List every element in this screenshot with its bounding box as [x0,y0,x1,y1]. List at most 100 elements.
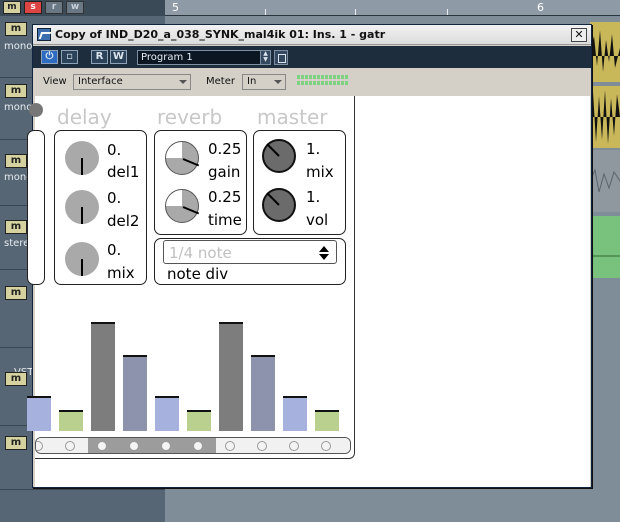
program-selector[interactable]: Program 1 [137,50,269,65]
audio-clip[interactable] [590,22,620,82]
waveform-icon [590,255,620,257]
step-toggle[interactable] [65,441,75,451]
read-automation-button[interactable]: R [91,50,108,64]
view-bar: View Interface Meter In [33,70,591,94]
step-bar[interactable] [123,355,147,431]
meter-led [329,75,332,79]
master-vol-label: vol [306,211,329,229]
step-toggle-strip[interactable] [35,437,351,454]
meter-led [297,81,300,85]
gain-value: 0.25 [208,140,242,158]
step-bar[interactable] [27,396,51,431]
note-div-menu[interactable]: 1/4 note [163,240,337,264]
meter-led [345,81,348,85]
mute-button[interactable]: m [5,372,27,386]
read-all-button[interactable]: r [45,1,63,14]
knob-needle [182,206,200,215]
step-bar[interactable] [59,410,83,431]
knob-needle [182,158,200,167]
step-bar[interactable] [315,410,339,431]
delay-mix-label: mix [107,264,135,282]
ruler-tick [355,9,356,15]
master-mix-knob[interactable] [262,139,296,173]
plugin-window: Copy of IND_D20_a_038_SYNK_mal4ik 01: In… [27,24,592,488]
master-vol-value: 1. [306,188,321,206]
title-bar[interactable]: Copy of IND_D20_a_038_SYNK_mal4ik 01: In… [33,25,591,45]
window-title: Copy of IND_D20_a_038_SYNK_mal4ik 01: In… [55,28,386,41]
store-button[interactable]: ▫ [61,50,78,64]
mute-all-button[interactable]: m [3,1,21,14]
master-vol-knob[interactable] [262,188,296,222]
bar-number: 5 [172,1,179,14]
close-button[interactable]: ✕ [571,28,587,42]
step-bar[interactable] [91,322,115,431]
time-label: time [208,211,242,229]
step-bar[interactable] [251,355,275,431]
write-all-button[interactable]: w [66,1,84,14]
step-toggle[interactable] [97,441,107,451]
mute-button[interactable]: m [5,84,27,98]
audio-clip[interactable] [590,216,620,278]
ruler-tick [265,9,266,15]
view-label: View [43,76,67,87]
step-toggle[interactable] [321,441,331,451]
chevron-down-icon [274,80,282,84]
meter-led [325,81,328,85]
step-bar[interactable] [219,322,243,431]
plugin-interface: delay 0. del1 0. del2 0. mix reverb 0.25… [27,96,590,487]
write-automation-button[interactable]: W [110,50,127,64]
step-bar-cap [315,410,339,412]
step-toggle[interactable] [225,441,235,451]
step-toggle[interactable] [129,441,139,451]
time-value: 0.25 [208,188,242,206]
solo-all-button[interactable]: s [24,1,42,14]
step-bar[interactable] [155,396,179,431]
gatr-panel: delay 0. del1 0. del2 0. mix reverb 0.25… [27,96,355,459]
meter-led [297,75,300,79]
step-level-bars[interactable] [27,306,355,431]
audio-clip[interactable] [589,150,620,212]
step-bar[interactable] [187,410,211,431]
timeline[interactable]: 5 6 [165,0,620,16]
knob-needle [266,143,280,157]
delay-mix-knob[interactable] [65,242,99,276]
meter-led [305,75,308,79]
waveform-icon [590,30,620,72]
meter-led [309,81,312,85]
mute-button[interactable]: m [5,220,27,234]
arrange-ruler[interactable]: m s r w 5 6 [0,0,620,16]
waveform-icon [590,90,620,144]
step-toggle[interactable] [289,441,299,451]
step-toggle[interactable] [161,441,171,451]
step-bar[interactable] [283,396,307,431]
mute-button[interactable]: m [5,154,27,168]
del1-knob[interactable] [65,141,99,175]
program-save-icon[interactable] [274,50,288,65]
meter-select[interactable]: In [242,74,286,90]
knob-needle [81,259,83,276]
step-bar-cap [219,322,243,324]
delay-group: 0. del1 0. del2 0. mix [54,130,147,285]
mute-button[interactable]: m [5,22,27,36]
meter-led [313,81,316,85]
step-toggle[interactable] [257,441,267,451]
knob-needle [266,192,280,206]
program-spin-icon[interactable]: ▲ ▼ [260,50,271,65]
view-select[interactable]: Interface [73,74,191,90]
mute-button[interactable]: m [5,286,27,300]
step-bar-cap [91,322,115,324]
gain-knob[interactable] [165,141,200,175]
time-knob[interactable] [165,189,200,223]
bypass-button[interactable]: ⏻ [41,50,58,64]
step-bar-cap [155,396,179,398]
del2-knob[interactable] [65,190,99,224]
mute-button[interactable]: m [5,436,27,450]
step-bar-cap [283,396,307,398]
ruler-tick [447,9,448,15]
step-toggle[interactable] [193,441,203,451]
meter-led [341,81,344,85]
meter-led [305,81,308,85]
meter-led [301,75,304,79]
audio-clip[interactable] [590,86,620,148]
plugin-logo-icon [37,28,51,41]
